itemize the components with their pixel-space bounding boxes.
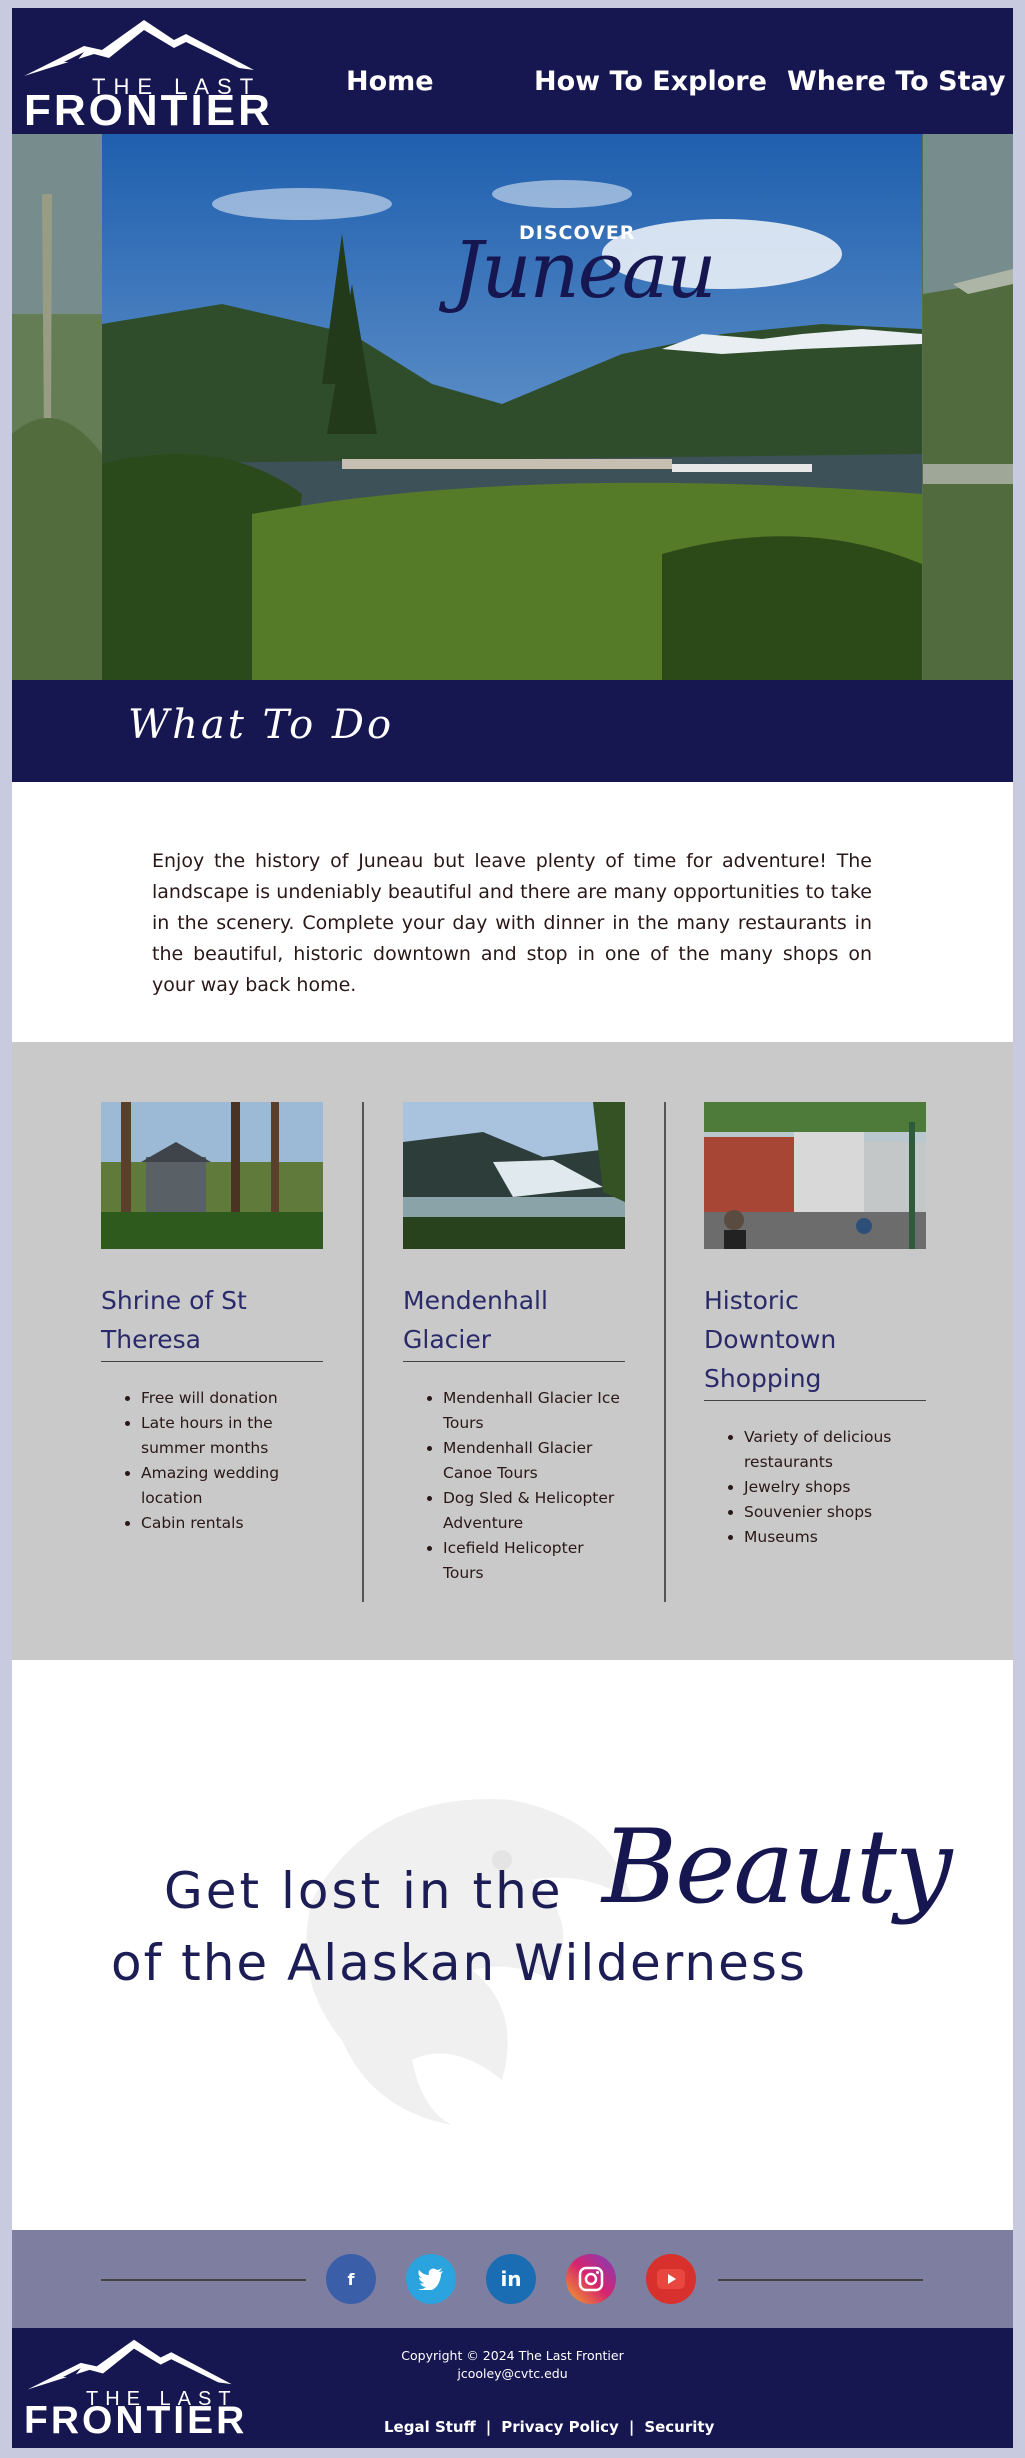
- footer-link-security[interactable]: Security: [644, 2418, 714, 2436]
- logo-title: FRONTIER: [24, 86, 273, 135]
- hero-side-image-right: [923, 134, 1013, 680]
- activity-title: Historic Downtown Shopping: [704, 1281, 926, 1401]
- list-item: Amazing wedding location: [141, 1461, 323, 1511]
- list-item: Souvenier shops: [744, 1500, 926, 1525]
- facebook-icon[interactable]: f: [326, 2254, 376, 2304]
- contact-email: jcooley@cvtc.edu: [457, 2366, 568, 2381]
- intro-paragraph: Enjoy the history of Juneau but leave pl…: [152, 850, 872, 996]
- social-divider-right: [718, 2279, 923, 2281]
- tagline-line-2: of the Alaskan Wilderness: [111, 1934, 807, 1992]
- footer-links: Legal Stuff | Privacy Policy | Security: [384, 2418, 715, 2436]
- site-footer: THE LAST FRONTIER Copyright © 2024 The L…: [12, 2328, 1013, 2448]
- hero-side-image-left: [12, 134, 102, 680]
- list-item: Free will donation: [141, 1386, 323, 1411]
- footer-link-privacy[interactable]: Privacy Policy: [501, 2418, 619, 2436]
- list-item: Icefield Helicopter Tours: [443, 1536, 625, 1586]
- hero-image-juneau: [102, 134, 922, 680]
- shrine-image: [101, 1102, 323, 1249]
- instagram-icon[interactable]: [566, 2254, 616, 2304]
- list-item: Variety of delicious restaurants: [744, 1425, 926, 1475]
- linkedin-icon[interactable]: in: [486, 2254, 536, 2304]
- tagline-line-1: Get lost in the: [164, 1862, 564, 1920]
- activity-list: Mendenhall Glacier Ice Tours Mendenhall …: [403, 1386, 625, 1586]
- section-title: What To Do: [128, 702, 395, 748]
- activity-card-downtown: Historic Downtown Shopping Variety of de…: [704, 1102, 926, 1550]
- social-divider-left: [101, 2279, 306, 2281]
- activity-card-shrine: Shrine of St Theresa Free will donation …: [101, 1102, 323, 1536]
- nav-where-to-stay[interactable]: Where To Stay: [787, 66, 1005, 97]
- nav-home[interactable]: Home: [346, 66, 434, 97]
- activity-title: Shrine of St Theresa: [101, 1281, 323, 1362]
- footer-logo-title: FRONTIER: [24, 2399, 248, 2442]
- page: THE LAST FRONTIER Home How To Explore Wh…: [12, 8, 1013, 2448]
- site-header: THE LAST FRONTIER Home How To Explore Wh…: [12, 8, 1013, 134]
- list-item: Mendenhall Glacier Ice Tours: [443, 1386, 625, 1436]
- list-item: Jewelry shops: [744, 1475, 926, 1500]
- footer-link-legal[interactable]: Legal Stuff: [384, 2418, 476, 2436]
- activity-list: Variety of delicious restaurants Jewelry…: [704, 1425, 926, 1550]
- tagline-section: Get lost in the Beauty of the Alaskan Wi…: [12, 1660, 1013, 2230]
- column-divider: [664, 1102, 666, 1602]
- youtube-icon[interactable]: [646, 2254, 696, 2304]
- section-title-band: What To Do: [12, 680, 1013, 782]
- glacier-image: [403, 1102, 625, 1249]
- downtown-image: [704, 1102, 926, 1249]
- list-item: Dog Sled & Helicopter Adventure: [443, 1486, 625, 1536]
- list-item: Late hours in the summer months: [141, 1411, 323, 1461]
- hero-banner: DISCOVER Juneau: [12, 134, 1013, 680]
- activity-list: Free will donation Late hours in the sum…: [101, 1386, 323, 1536]
- nav-how-to-explore[interactable]: How To Explore: [534, 66, 767, 97]
- hero-city-title: Juneau: [452, 226, 717, 316]
- column-divider: [362, 1102, 364, 1602]
- site-logo[interactable]: THE LAST FRONTIER: [24, 18, 284, 134]
- activities-section: Shrine of St Theresa Free will donation …: [12, 1042, 1013, 1660]
- activity-title: Mendenhall Glacier: [403, 1281, 625, 1362]
- list-item: Mendenhall Glacier Canoe Tours: [443, 1436, 625, 1486]
- copyright-text: Copyright © 2024 The Last Frontier: [401, 2348, 624, 2363]
- twitter-icon[interactable]: [406, 2254, 456, 2304]
- tagline-accent: Beauty: [602, 1808, 952, 1927]
- activity-card-glacier: Mendenhall Glacier Mendenhall Glacier Ic…: [403, 1102, 625, 1586]
- social-bar: f in: [12, 2230, 1013, 2328]
- list-item: Museums: [744, 1525, 926, 1550]
- list-item: Cabin rentals: [141, 1511, 323, 1536]
- mountain-icon: [24, 20, 254, 76]
